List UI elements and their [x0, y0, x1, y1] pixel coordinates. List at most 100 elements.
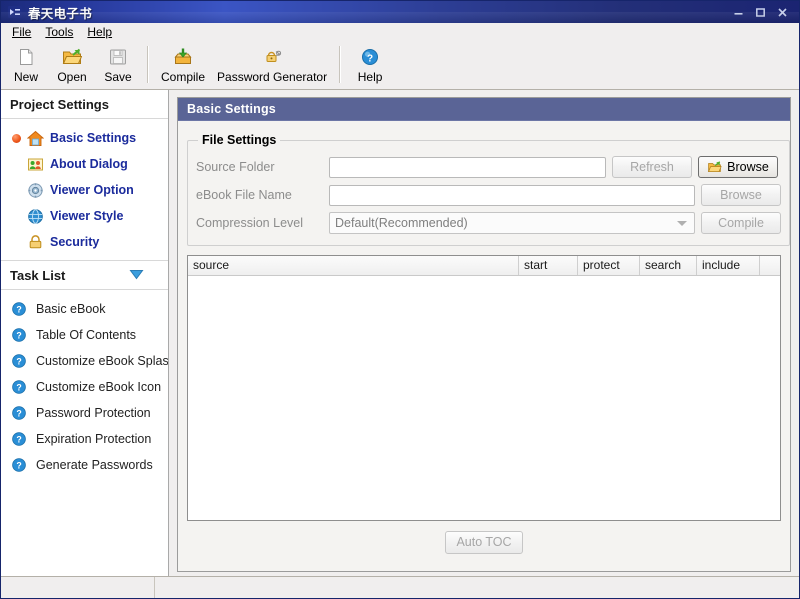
toolbar-compile-label: Compile — [161, 70, 205, 84]
help-question-icon: ? — [9, 326, 29, 344]
toolbar-password-generator-button[interactable]: Password Generator — [211, 42, 333, 89]
toolbar-help-button[interactable]: ? Help — [347, 42, 393, 89]
ebook-file-name-input[interactable] — [329, 185, 695, 206]
sidebar-item-password-protection-label: Password Protection — [36, 406, 151, 420]
auto-toc-button[interactable]: Auto TOC — [445, 531, 523, 554]
source-folder-row: Source Folder Refresh — [196, 153, 781, 181]
selection-bullet-slot — [7, 134, 25, 143]
svg-text:?: ? — [16, 382, 21, 392]
password-key-icon — [261, 46, 283, 68]
sidebar-item-viewer-option-label: Viewer Option — [50, 183, 134, 197]
menu-help[interactable]: Help — [80, 24, 119, 41]
sidebar-group-task-list: ? Basic eBook ? Table Of Contents — [1, 290, 168, 483]
sidebar-item-viewer-option[interactable]: Viewer Option — [1, 177, 168, 203]
help-question-icon: ? — [9, 352, 29, 370]
status-bar — [1, 576, 799, 598]
sidebar-header-task-list-label: Task List — [10, 268, 65, 283]
table-column-search[interactable]: search — [640, 256, 697, 275]
help-question-icon: ? — [9, 378, 29, 396]
toolbar-help-label: Help — [358, 70, 383, 84]
panel-body: File Settings Source Folder Refresh — [178, 121, 790, 571]
source-folder-label: Source Folder — [196, 160, 329, 174]
sidebar-item-password-protection[interactable]: ? Password Protection — [1, 400, 168, 426]
tool-bar: New Open Save — [1, 42, 799, 90]
compression-level-selected-value: Default(Recommended) — [335, 216, 468, 230]
ebook-file-name-browse-button[interactable]: Browse — [701, 184, 781, 206]
ebook-file-name-label: eBook File Name — [196, 188, 329, 202]
sidebar: Project Settings Basic Settings — [1, 90, 169, 576]
toolbar-save-button[interactable]: Save — [95, 42, 141, 89]
sidebar-item-security-label: Security — [50, 235, 99, 249]
sidebar-item-security[interactable]: Security — [1, 229, 168, 255]
sidebar-item-viewer-style[interactable]: Viewer Style — [1, 203, 168, 229]
sidebar-item-table-of-contents[interactable]: ? Table Of Contents — [1, 322, 168, 348]
people-icon — [25, 155, 45, 173]
sidebar-item-generate-passwords[interactable]: ? Generate Passwords — [1, 452, 168, 478]
source-table[interactable]: source start protect search include — [187, 255, 781, 521]
sidebar-item-basic-settings[interactable]: Basic Settings — [1, 125, 168, 151]
app-icon — [7, 4, 23, 20]
main-body: Project Settings Basic Settings — [1, 90, 799, 576]
table-body[interactable] — [188, 276, 780, 520]
svg-text:?: ? — [16, 356, 21, 366]
svg-text:?: ? — [367, 53, 373, 64]
sidebar-header-project-settings-label: Project Settings — [10, 97, 109, 112]
maximize-icon[interactable] — [749, 4, 771, 20]
compile-button[interactable]: Compile — [701, 212, 781, 234]
chevron-down-icon — [677, 221, 687, 226]
sidebar-item-basic-ebook[interactable]: ? Basic eBook — [1, 296, 168, 322]
auto-toc-bar: Auto TOC — [187, 521, 781, 563]
table-column-include[interactable]: include — [697, 256, 760, 275]
svg-text:?: ? — [16, 330, 21, 340]
toolbar-save-label: Save — [104, 70, 131, 84]
table-column-filler — [760, 256, 780, 275]
compression-level-select[interactable]: Default(Recommended) — [329, 212, 695, 234]
minimize-icon[interactable] — [727, 4, 749, 20]
close-icon[interactable] — [771, 4, 793, 20]
table-column-protect[interactable]: protect — [578, 256, 640, 275]
toolbar-new-button[interactable]: New — [3, 42, 49, 89]
selected-indicator-icon — [12, 134, 21, 143]
file-settings-legend: File Settings — [198, 133, 280, 147]
status-bar-left — [1, 577, 155, 598]
menu-file[interactable]: File — [5, 24, 38, 41]
refresh-button[interactable]: Refresh — [612, 156, 692, 178]
svg-text:?: ? — [16, 304, 21, 314]
status-bar-right — [155, 577, 799, 598]
help-question-icon: ? — [9, 300, 29, 318]
svg-text:?: ? — [16, 434, 21, 444]
toolbar-open-label: Open — [57, 70, 86, 84]
toolbar-compile-button[interactable]: Compile — [155, 42, 211, 89]
toolbar-open-button[interactable]: Open — [49, 42, 95, 89]
panel-title: Basic Settings — [178, 98, 790, 121]
sidebar-group-project-settings: Basic Settings About Dialog — [1, 119, 168, 261]
toolbar-new-label: New — [14, 70, 38, 84]
sidebar-item-customize-ebook-icon[interactable]: ? Customize eBook Icon — [1, 374, 168, 400]
source-folder-browse-label: Browse — [727, 160, 769, 174]
help-question-icon: ? — [359, 46, 381, 68]
application-window: 春天电子书 File Tools Help — [0, 0, 800, 599]
content-area: Basic Settings File Settings Source Fold… — [169, 90, 799, 576]
table-column-start[interactable]: start — [519, 256, 578, 275]
file-settings-fieldset: File Settings Source Folder Refresh — [187, 133, 790, 246]
gear-disc-icon — [25, 181, 45, 199]
table-column-source[interactable]: source — [188, 256, 519, 275]
menu-help-label: Help — [87, 25, 112, 39]
floppy-disk-icon — [107, 46, 129, 68]
menu-tools[interactable]: Tools — [38, 24, 80, 41]
sidebar-item-customize-ebook-splash[interactable]: ? Customize eBook Splash — [1, 348, 168, 374]
title-bar: 春天电子书 — [1, 1, 799, 23]
sidebar-item-about-dialog[interactable]: About Dialog — [1, 151, 168, 177]
chevron-down-icon[interactable] — [129, 268, 144, 283]
compile-package-icon — [172, 46, 194, 68]
svg-text:?: ? — [16, 408, 21, 418]
window-controls — [727, 4, 799, 20]
source-folder-input[interactable] — [329, 157, 606, 178]
help-question-icon: ? — [9, 456, 29, 474]
sidebar-item-customize-ebook-splash-label: Customize eBook Splash — [36, 354, 169, 368]
sidebar-item-expiration-protection[interactable]: ? Expiration Protection — [1, 426, 168, 452]
source-folder-browse-button[interactable]: Browse — [698, 156, 778, 178]
svg-text:?: ? — [16, 460, 21, 470]
help-question-icon: ? — [9, 404, 29, 422]
help-question-icon: ? — [9, 430, 29, 448]
